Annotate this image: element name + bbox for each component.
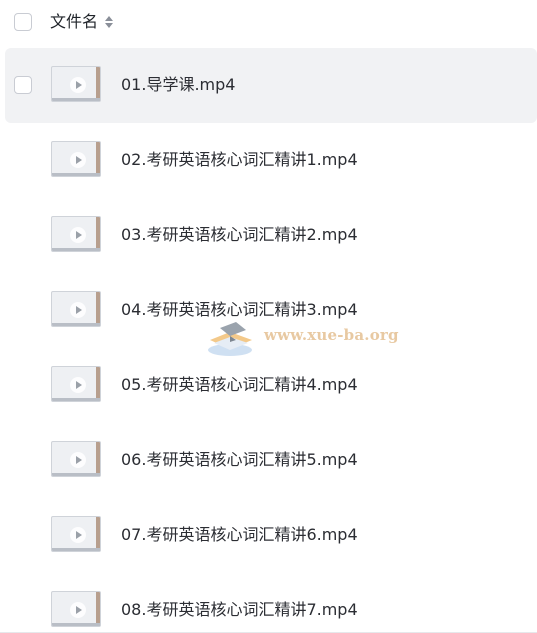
play-icon xyxy=(70,602,86,618)
file-name[interactable]: 01.导学课.mp4 xyxy=(121,74,235,96)
watermark: www.xue-ba.org xyxy=(206,314,399,358)
file-row[interactable]: 02.考研英语核心词汇精讲1.mp4 xyxy=(0,123,537,198)
file-row[interactable]: 01.导学课.mp4 xyxy=(5,48,537,123)
file-row[interactable]: 05.考研英语核心词汇精讲4.mp4 xyxy=(0,348,537,423)
play-icon xyxy=(70,527,86,543)
file-row[interactable]: 08.考研英语核心词汇精讲7.mp4 xyxy=(0,573,537,633)
file-row[interactable]: 07.考研英语核心词汇精讲6.mp4 xyxy=(0,498,537,573)
file-list-header: 文件名 xyxy=(0,0,537,46)
file-name[interactable]: 08.考研英语核心词汇精讲7.mp4 xyxy=(121,599,358,621)
video-thumbnail[interactable] xyxy=(51,441,101,477)
file-name[interactable]: 07.考研英语核心词汇精讲6.mp4 xyxy=(121,524,358,546)
video-thumbnail[interactable] xyxy=(51,591,101,627)
video-thumbnail[interactable] xyxy=(51,141,101,177)
watermark-text: www.xue-ba.org xyxy=(264,326,399,344)
file-row[interactable]: 06.考研英语核心词汇精讲5.mp4 xyxy=(0,423,537,498)
play-icon xyxy=(70,302,86,318)
video-thumbnail[interactable] xyxy=(51,66,101,102)
play-icon xyxy=(70,77,86,93)
play-icon xyxy=(70,452,86,468)
play-icon xyxy=(70,227,86,243)
file-name[interactable]: 05.考研英语核心词汇精讲4.mp4 xyxy=(121,374,358,396)
file-name[interactable]: 02.考研英语核心词汇精讲1.mp4 xyxy=(121,149,358,171)
play-icon xyxy=(70,377,86,393)
row-checkbox[interactable] xyxy=(14,76,32,94)
file-row[interactable]: 03.考研英语核心词汇精讲2.mp4 xyxy=(0,198,537,273)
watermark-logo-icon xyxy=(208,322,252,356)
video-thumbnail[interactable] xyxy=(51,216,101,252)
file-name[interactable]: 06.考研英语核心词汇精讲5.mp4 xyxy=(121,449,358,471)
sort-icon[interactable] xyxy=(104,14,113,30)
filename-column-header[interactable]: 文件名 xyxy=(50,12,98,32)
file-name[interactable]: 03.考研英语核心词汇精讲2.mp4 xyxy=(121,224,358,246)
select-all-checkbox[interactable] xyxy=(14,13,32,31)
video-thumbnail[interactable] xyxy=(51,516,101,552)
video-thumbnail[interactable] xyxy=(51,366,101,402)
video-thumbnail[interactable] xyxy=(51,291,101,327)
play-icon xyxy=(70,152,86,168)
